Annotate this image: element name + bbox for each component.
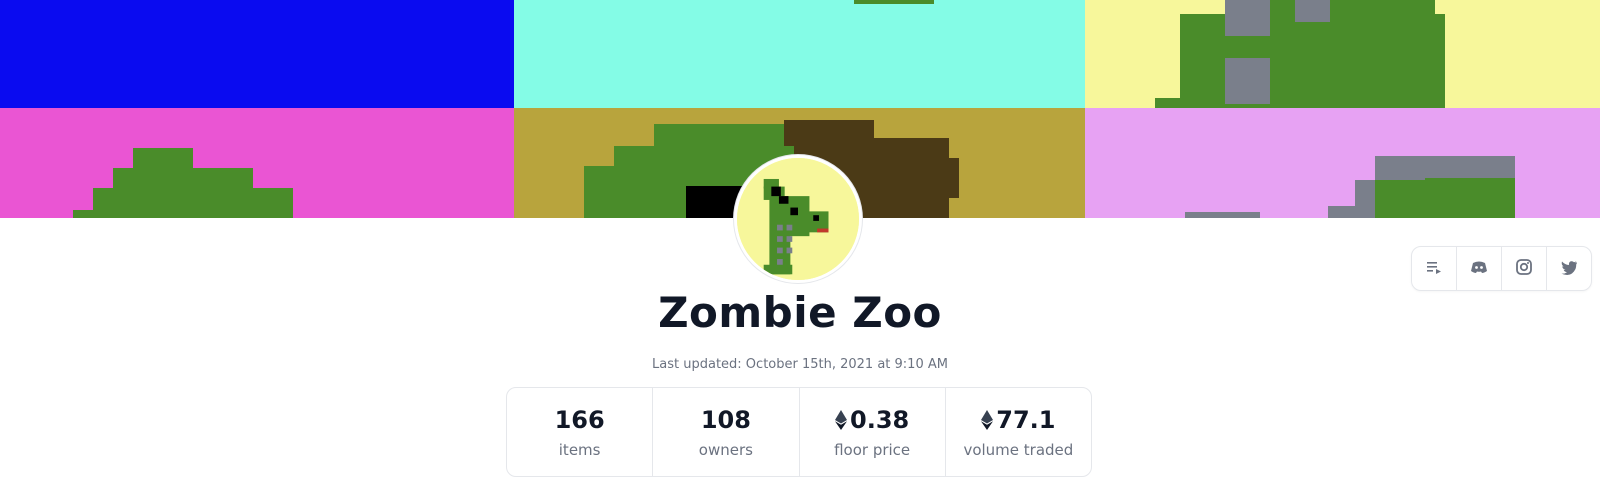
twitter-button[interactable]	[1547, 247, 1591, 290]
last-updated-text: Last updated: October 15th, 2021 at 9:10…	[652, 357, 948, 372]
ethereum-icon	[835, 409, 848, 430]
stat-items: 166 items	[507, 388, 654, 476]
collection-avatar	[734, 155, 862, 283]
ethereum-icon	[981, 409, 994, 430]
stat-owners-value: 108	[700, 405, 751, 434]
stat-owners-label: owners	[698, 440, 753, 459]
stat-floor-price-label: floor price	[834, 440, 911, 459]
collection-title: Zombie Zoo	[658, 288, 942, 337]
collection-stats: 166 items 108 owners 0.38 floor price 77…	[506, 387, 1092, 477]
banner-tile-pink	[0, 108, 514, 218]
banner-tile-aqua	[514, 0, 1085, 108]
instagram-icon	[1514, 257, 1534, 281]
website-list-icon	[1424, 257, 1444, 281]
social-links	[1411, 246, 1592, 291]
banner-tile-blue	[0, 0, 514, 108]
stat-volume-traded-label: volume traded	[963, 440, 1074, 459]
instagram-button[interactable]	[1502, 247, 1547, 290]
twitter-icon	[1559, 257, 1579, 281]
stat-floor-price-value: 0.38	[835, 406, 909, 434]
stat-volume-traded-value: 77.1	[981, 406, 1055, 434]
stat-floor-price: 0.38 floor price	[800, 388, 946, 476]
banner-tile-lavender	[1085, 108, 1600, 218]
discord-icon	[1469, 257, 1489, 281]
stat-owners: 108 owners	[653, 388, 800, 476]
discord-button[interactable]	[1457, 247, 1502, 290]
banner-tile-yellow	[1085, 0, 1600, 108]
stat-items-value: 166	[554, 405, 605, 434]
stat-items-label: items	[558, 440, 601, 459]
website-button[interactable]	[1412, 247, 1457, 290]
stat-volume-traded: 77.1 volume traded	[946, 388, 1091, 476]
